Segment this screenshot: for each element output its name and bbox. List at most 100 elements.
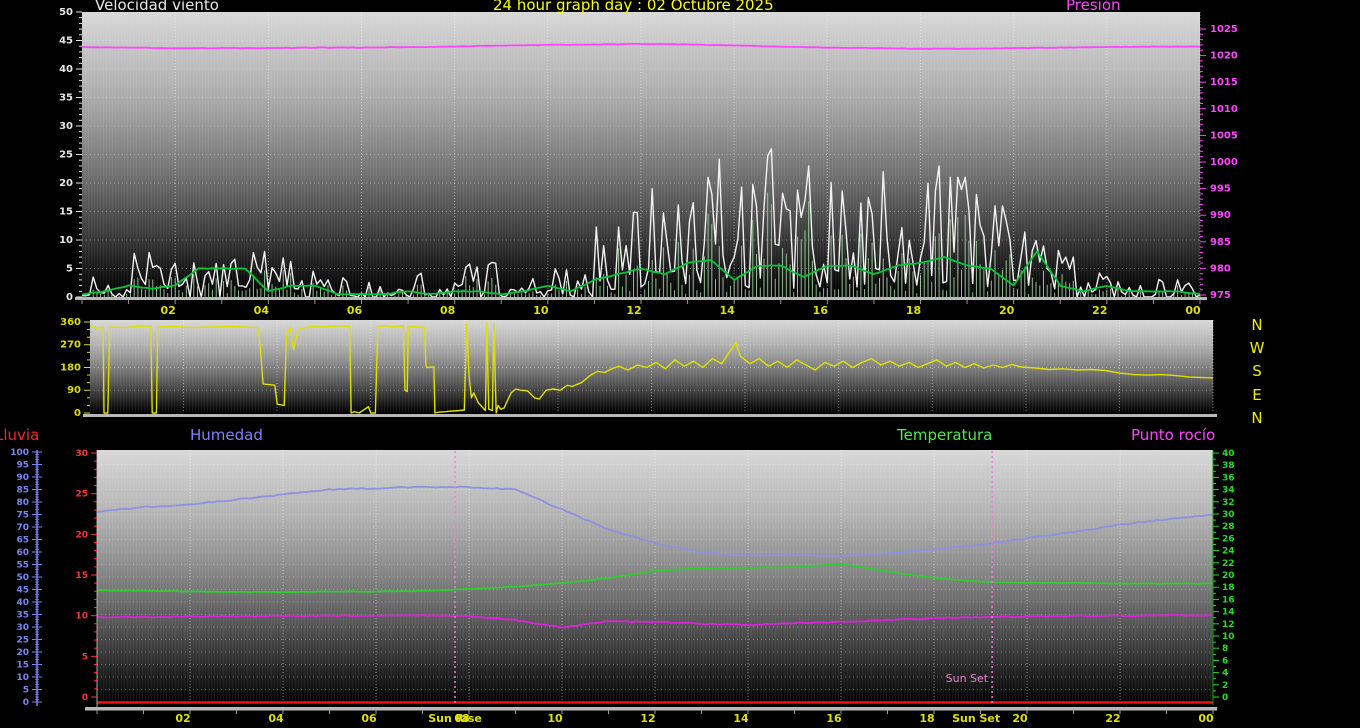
svg-text:28: 28: [1222, 522, 1235, 532]
svg-text:995: 995: [1210, 184, 1231, 195]
svg-text:25: 25: [59, 150, 73, 161]
svg-text:85: 85: [16, 486, 29, 496]
svg-text:65: 65: [16, 536, 29, 546]
svg-text:990: 990: [1210, 210, 1231, 221]
svg-text:40: 40: [16, 598, 29, 608]
svg-text:360: 360: [60, 317, 81, 328]
svg-text:45: 45: [16, 586, 29, 596]
svg-text:30: 30: [16, 623, 29, 633]
svg-text:50: 50: [16, 573, 29, 583]
svg-text:40: 40: [59, 64, 73, 75]
svg-text:5: 5: [66, 264, 73, 275]
svg-text:60: 60: [16, 548, 29, 558]
svg-text:20: 20: [1222, 571, 1235, 581]
svg-text:80: 80: [16, 498, 29, 508]
svg-text:35: 35: [59, 93, 73, 104]
svg-text:16: 16: [826, 712, 842, 725]
svg-text:20: 20: [75, 530, 88, 540]
svg-text:5: 5: [82, 652, 88, 662]
svg-text:1015: 1015: [1210, 77, 1238, 88]
svg-text:06: 06: [361, 712, 377, 725]
svg-text:70: 70: [16, 523, 29, 533]
svg-text:75: 75: [16, 511, 29, 521]
svg-text:00: 00: [1185, 304, 1201, 317]
chart-canvas: Sun Set051015202530354045509759809859909…: [0, 0, 1360, 728]
svg-text:22: 22: [1105, 712, 1120, 725]
svg-text:20: 20: [59, 178, 73, 189]
svg-text:270: 270: [60, 340, 81, 351]
svg-text:10: 10: [16, 673, 29, 683]
svg-text:45: 45: [59, 36, 73, 47]
svg-text:Sun Set: Sun Set: [952, 712, 1000, 725]
svg-text:18: 18: [1222, 583, 1235, 593]
svg-text:12: 12: [626, 304, 641, 317]
svg-text:16: 16: [1222, 595, 1235, 605]
svg-text:02: 02: [161, 304, 176, 317]
svg-text:26: 26: [1222, 534, 1235, 544]
svg-text:06: 06: [347, 304, 363, 317]
svg-text:14: 14: [1222, 608, 1235, 618]
svg-text:0: 0: [23, 698, 29, 708]
svg-text:8: 8: [1222, 644, 1228, 654]
svg-text:6: 6: [1222, 656, 1228, 666]
svg-text:985: 985: [1210, 237, 1231, 248]
svg-text:40: 40: [1222, 449, 1235, 459]
svg-text:1020: 1020: [1210, 51, 1238, 62]
svg-text:0: 0: [66, 292, 73, 303]
svg-text:180: 180: [60, 362, 81, 373]
svg-text:22: 22: [1092, 304, 1107, 317]
svg-text:Sun Set: Sun Set: [946, 672, 989, 685]
svg-text:00: 00: [1198, 712, 1214, 725]
svg-text:30: 30: [75, 449, 88, 459]
svg-text:10: 10: [1222, 632, 1235, 642]
svg-text:32: 32: [1222, 498, 1235, 508]
svg-text:10: 10: [75, 612, 88, 622]
svg-text:0: 0: [82, 693, 88, 703]
svg-text:20: 20: [999, 304, 1015, 317]
svg-text:30: 30: [59, 121, 73, 132]
svg-text:15: 15: [75, 571, 88, 581]
svg-text:15: 15: [16, 661, 29, 671]
svg-text:25: 25: [75, 490, 88, 500]
svg-text:02: 02: [175, 712, 190, 725]
svg-text:2: 2: [1222, 681, 1228, 691]
svg-text:10: 10: [547, 712, 563, 725]
svg-text:15: 15: [59, 207, 73, 218]
svg-text:18: 18: [906, 304, 921, 317]
svg-text:1025: 1025: [1210, 24, 1238, 35]
svg-text:36: 36: [1222, 473, 1235, 483]
svg-text:1005: 1005: [1210, 130, 1238, 141]
svg-text:1010: 1010: [1210, 104, 1238, 115]
svg-text:4: 4: [1222, 669, 1228, 679]
svg-text:90: 90: [16, 473, 29, 483]
svg-text:22: 22: [1222, 559, 1235, 569]
svg-text:12: 12: [640, 712, 655, 725]
svg-text:Sun Rise: Sun Rise: [428, 712, 482, 725]
svg-text:14: 14: [720, 304, 736, 317]
svg-text:95: 95: [16, 461, 29, 471]
svg-text:0: 0: [1222, 693, 1228, 703]
svg-text:55: 55: [16, 561, 29, 571]
svg-text:14: 14: [733, 712, 749, 725]
svg-text:30: 30: [1222, 510, 1235, 520]
svg-text:50: 50: [59, 7, 73, 18]
svg-text:20: 20: [1012, 712, 1028, 725]
svg-text:980: 980: [1210, 263, 1231, 274]
svg-text:975: 975: [1210, 290, 1231, 301]
svg-text:34: 34: [1222, 486, 1235, 496]
svg-text:24: 24: [1222, 547, 1235, 557]
svg-text:90: 90: [67, 385, 81, 396]
svg-text:38: 38: [1222, 461, 1235, 471]
svg-text:08: 08: [440, 304, 455, 317]
svg-text:5: 5: [23, 686, 29, 696]
svg-text:20: 20: [16, 648, 29, 658]
svg-text:10: 10: [59, 235, 73, 246]
svg-text:18: 18: [919, 712, 934, 725]
svg-text:12: 12: [1222, 620, 1235, 630]
svg-text:10: 10: [533, 304, 549, 317]
svg-text:04: 04: [268, 712, 284, 725]
svg-text:16: 16: [813, 304, 829, 317]
svg-text:25: 25: [16, 636, 29, 646]
svg-text:0: 0: [74, 408, 81, 419]
svg-text:35: 35: [16, 611, 29, 621]
